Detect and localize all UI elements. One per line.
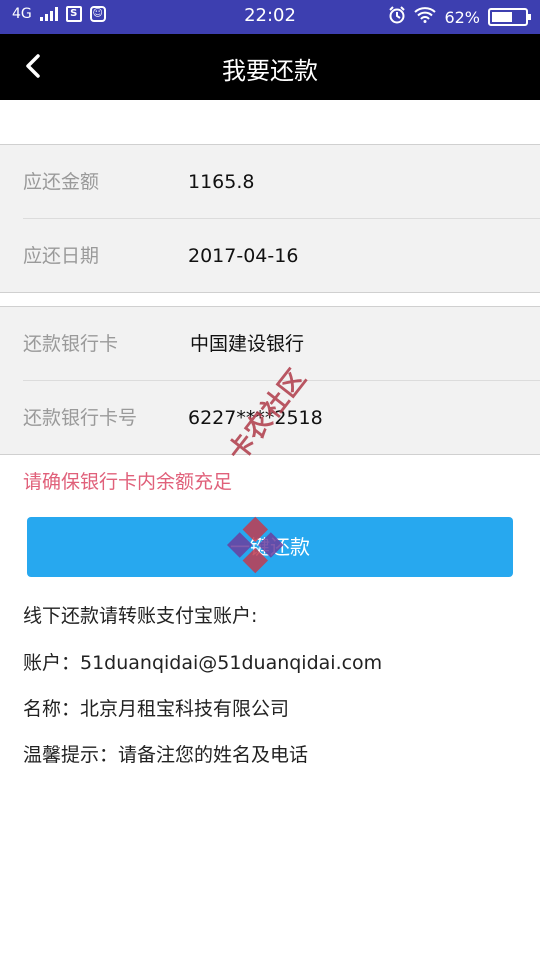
one-click-repay-button[interactable]: 一键还款 [27,517,513,577]
alarm-icon [388,6,406,28]
bank-card-row[interactable]: 还款银行卡 中国建设银行 [0,307,540,381]
page-title: 我要还款 [222,57,318,85]
amount-label: 应还金额 [23,171,100,193]
offline-title: 线下还款请转账支付宝账户: [23,605,258,627]
status-right: 62% [388,6,531,28]
wifi-icon [414,7,437,27]
amount-value: 1165.8 [188,171,255,193]
due-date-value: 2017-04-16 [188,245,299,267]
offline-company-name: 名称：北京月租宝科技有限公司 [23,698,290,720]
battery-percent: 62% [444,7,480,27]
due-date-row: 应还日期 2017-04-16 [0,219,540,293]
due-date-label: 应还日期 [23,245,100,267]
status-bar: 4G S ☺ 22:02 62% [0,0,540,34]
battery-icon [488,8,531,26]
bank-card-label: 还款银行卡 [23,333,119,355]
amount-row: 应还金额 1165.8 [0,145,540,219]
payment-section: 应还金额 1165.8 应还日期 2017-04-16 [0,144,540,293]
balance-warning: 请确保银行卡内余额充足 [23,471,233,493]
app-header: 我要还款 [0,34,540,100]
offline-account: 账户：51duanqidai@51duanqidai.com [23,652,383,674]
bank-card-number-label: 还款银行卡号 [23,407,138,429]
offline-tip: 温馨提示：请备注您的姓名及电话 [23,744,309,766]
